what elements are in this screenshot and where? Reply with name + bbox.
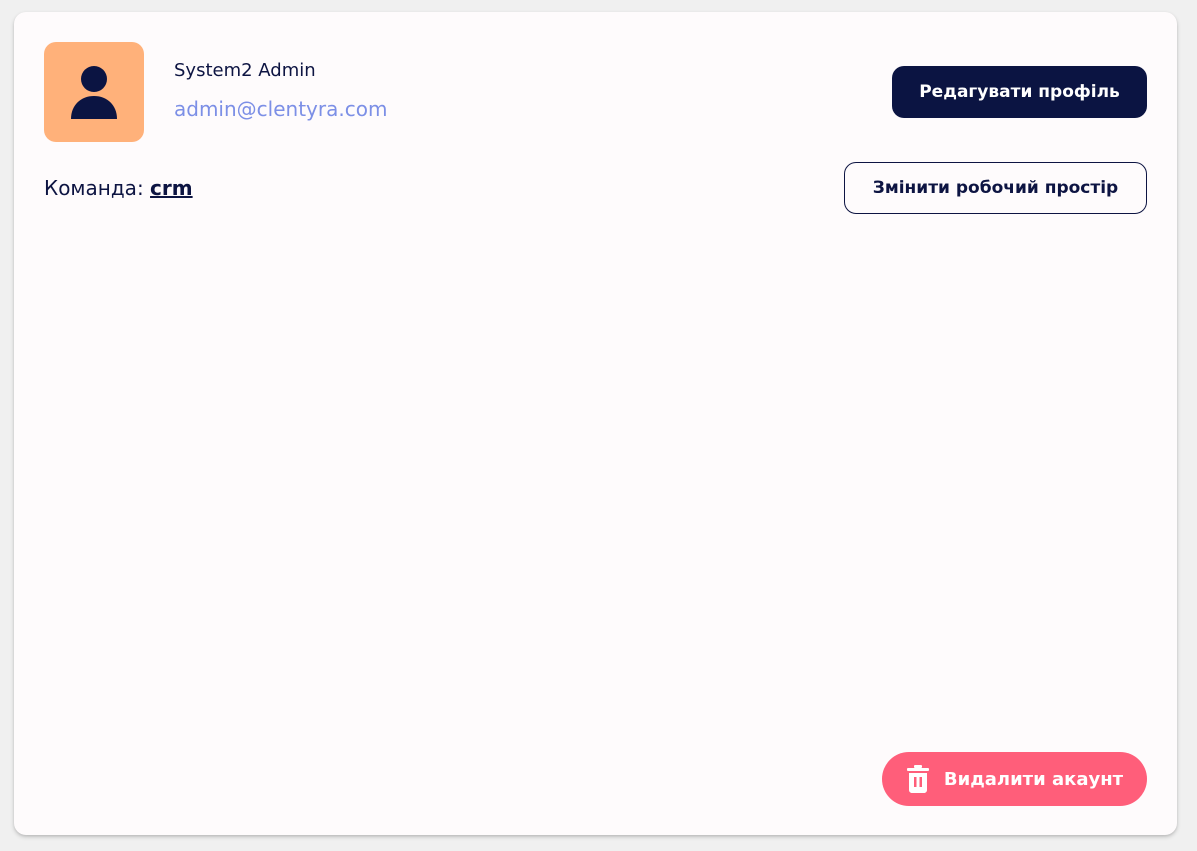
team-label: Команда: [44, 176, 144, 200]
profile-card: System2 Admin admin@clentyra.com Редагув… [14, 12, 1177, 835]
delete-account-button[interactable]: Видалити акаунт [882, 752, 1147, 806]
team-name-link[interactable]: crm [150, 176, 193, 200]
user-icon [71, 66, 117, 119]
team-row: Команда: crm [44, 174, 193, 202]
user-email: admin@clentyra.com [174, 97, 388, 121]
user-name: System2 Admin [174, 60, 316, 81]
switch-workspace-button[interactable]: Змінити робочий простір [844, 162, 1147, 214]
edit-profile-button[interactable]: Редагувати профіль [892, 66, 1147, 118]
avatar [44, 42, 144, 142]
delete-account-label: Видалити акаунт [943, 768, 1124, 790]
trash-icon [906, 765, 929, 793]
